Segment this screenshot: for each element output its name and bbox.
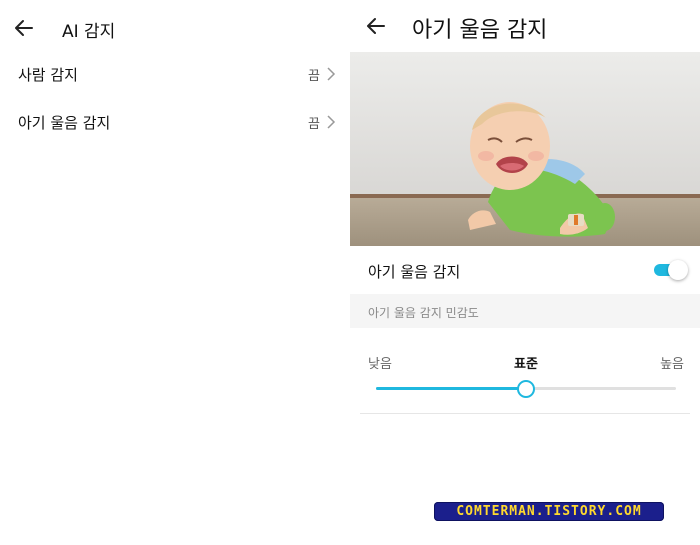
ai-detection-screen: AI 감지 사람 감지 끔 아기 울음 감지 끔 [0, 0, 350, 545]
chevron-right-icon [327, 115, 336, 129]
toggle-label: 아기 울음 감지 [368, 263, 461, 281]
level-high-label: 높음 [660, 357, 684, 372]
page-title: 아기 울음 감지 [412, 18, 548, 43]
baby-cry-detection-switch[interactable] [652, 260, 688, 280]
list-item-label: 아기 울음 감지 [18, 113, 111, 132]
list-item-label: 사람 감지 [18, 65, 78, 84]
slider-thumb[interactable] [517, 380, 535, 398]
level-mid-label: 표준 [514, 357, 538, 372]
slider-fill [376, 387, 526, 390]
header: 아기 울음 감지 [350, 0, 700, 52]
sensitivity-section-header: 아기 울음 감지 민감도 [350, 294, 700, 328]
list-item-value: 끔 [308, 116, 320, 132]
header: AI 감지 [0, 0, 350, 56]
back-arrow-icon[interactable] [12, 16, 36, 40]
sensitivity-control: 낮음 표준 높음 [350, 328, 700, 414]
watermark-text: COMTERMAN.TISTORY.COM [456, 504, 642, 519]
sensitivity-slider[interactable] [376, 380, 676, 398]
divider [360, 413, 690, 414]
baby-cry-detection-screen: 아기 울음 감지 아기 울음 감지 아기 울음 감지 민감도 낮음 표준 높음 [350, 0, 700, 545]
section-label: 아기 울음 감지 민감도 [368, 306, 479, 320]
page-title: AI 감지 [62, 22, 116, 42]
list-item-baby-cry-detection[interactable]: 아기 울음 감지 끔 [0, 98, 350, 146]
chevron-right-icon [327, 67, 336, 81]
list-item-person-detection[interactable]: 사람 감지 끔 [0, 50, 350, 98]
switch-knob [668, 260, 688, 280]
baby-cry-detection-toggle-row: 아기 울음 감지 [350, 246, 700, 294]
watermark: COMTERMAN.TISTORY.COM [434, 502, 664, 521]
list-item-value: 끔 [308, 68, 320, 84]
back-arrow-icon[interactable] [364, 14, 388, 38]
crying-baby-image [350, 52, 700, 246]
